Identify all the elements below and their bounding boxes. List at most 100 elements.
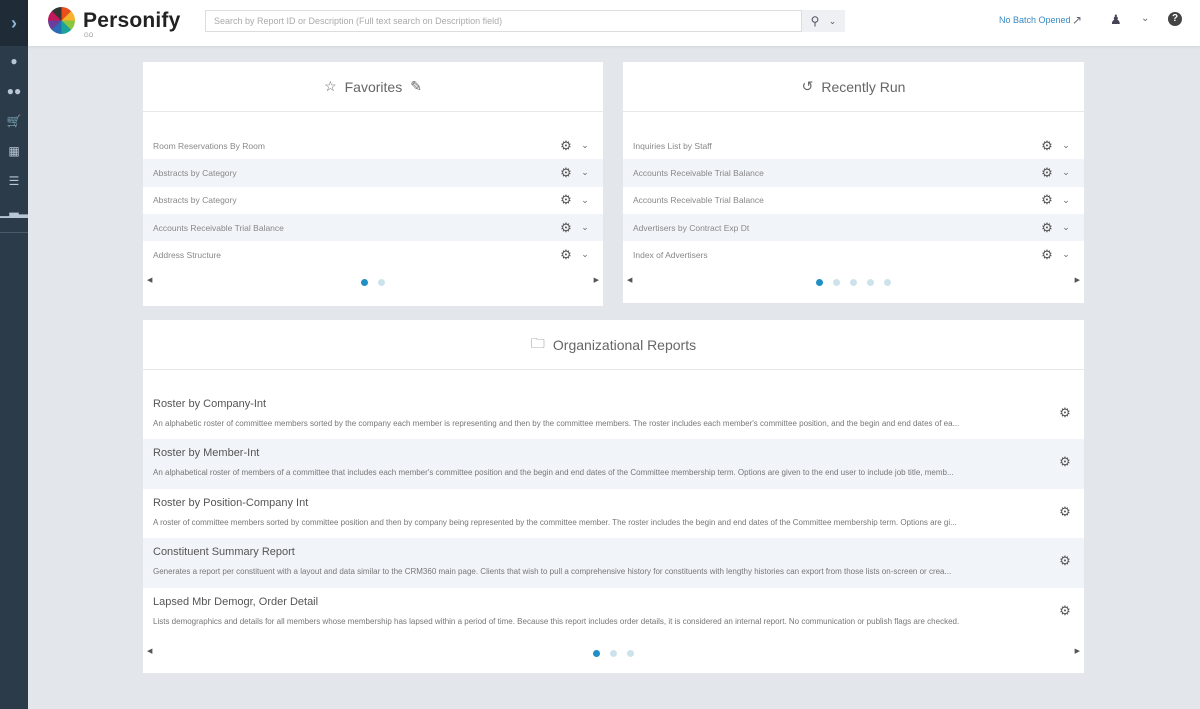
report-row[interactable]: Inquiries List by Staff ⚙ ⌄ (623, 132, 1084, 159)
gear-icon[interactable]: ⚙ (555, 220, 577, 236)
page-dot[interactable] (816, 279, 823, 287)
page-dot[interactable] (833, 279, 840, 287)
gear-icon[interactable]: ⚙ (1054, 553, 1076, 569)
gear-icon[interactable]: ⚙ (1054, 504, 1076, 520)
chevron-down-icon[interactable]: ⌄ (1058, 195, 1074, 206)
header: Personify GO Search by Report ID or Desc… (28, 0, 1200, 46)
report-row[interactable]: Accounts Receivable Trial Balance ⚙ ⌄ (143, 213, 603, 242)
gear-icon[interactable]: ⚙ (1036, 220, 1058, 236)
gear-icon[interactable]: ⚙ (1036, 138, 1058, 154)
chevron-down-icon[interactable]: ⌄ (577, 167, 593, 178)
gear-icon[interactable]: ⚙ (555, 138, 577, 154)
chevron-down-icon[interactable]: ⌄ (577, 249, 593, 260)
report-row[interactable]: Abstracts by Category ⚙ ⌄ (143, 187, 603, 214)
org-report-row[interactable]: Lapsed Mbr Demogr, Order Detail Lists dem… (143, 588, 1084, 637)
report-row[interactable]: Accounts Receivable Trial Balance ⚙ ⌄ (623, 159, 1084, 187)
calendar-icon[interactable]: ▦ (0, 136, 28, 166)
logo-wheel-icon (48, 7, 75, 34)
chevron-down-icon[interactable]: ⌄ (577, 140, 593, 151)
page-dot[interactable] (378, 279, 385, 287)
recently-run-panel: ↺ Recently Run Inquiries List by Staff ⚙ ⌄ A… (623, 62, 1084, 303)
page-dot[interactable] (867, 279, 874, 287)
page-dot[interactable] (361, 279, 368, 287)
page-dot[interactable] (610, 649, 617, 657)
gear-icon[interactable]: ⚙ (1054, 405, 1076, 421)
batch-link[interactable]: No Batch Opened (999, 15, 1071, 25)
brand-name: Personify (83, 8, 181, 32)
gear-icon[interactable]: ⚙ (555, 247, 577, 263)
chevron-down-icon[interactable]: ⌄ (1058, 140, 1074, 151)
folder-icon: 🗀 (530, 334, 545, 351)
report-title[interactable]: Lapsed Mbr Demogr, Order Detail (153, 596, 1074, 608)
search-icon[interactable]: ⚲ (811, 14, 820, 28)
gear-icon[interactable]: ⚙ (555, 192, 577, 208)
report-name[interactable]: Address Structure (153, 250, 555, 260)
org-report-row[interactable]: Roster by Position-Company Int A roster o… (143, 489, 1084, 538)
report-row[interactable]: Accounts Receivable Trial Balance ⚙ ⌄ (623, 187, 1084, 214)
org-report-row[interactable]: Constituent Summary Report Generates a re… (143, 538, 1084, 588)
page-dot[interactable] (850, 279, 857, 287)
list-icon[interactable]: ☰ (0, 166, 28, 196)
help-icon[interactable]: ? (1168, 12, 1182, 26)
report-title[interactable]: Roster by Company-Int (153, 398, 1074, 410)
cart-icon[interactable]: 🛒 (0, 106, 28, 136)
user-menu-chevron-icon[interactable]: ⌄ (1141, 13, 1149, 24)
report-name[interactable]: Index of Advertisers (633, 250, 1036, 260)
star-icon: ☆ (324, 78, 337, 94)
report-name[interactable]: Abstracts by Category (153, 168, 555, 178)
report-name[interactable]: Accounts Receivable Trial Balance (633, 168, 1036, 178)
favorites-panel: ☆ Favorites ✎ Room Reservations By Room ⚙ ⌄ A… (143, 62, 603, 306)
chevron-down-icon[interactable]: ⌄ (1058, 222, 1074, 233)
report-description: An alphabetic roster of committee member… (153, 419, 960, 428)
chevron-down-icon[interactable]: ⌄ (1058, 167, 1074, 178)
search-button[interactable]: ⚲ ⌄ (802, 10, 845, 32)
page-dot[interactable] (884, 279, 891, 287)
report-description: Generates a report per constituent with … (153, 567, 952, 577)
edit-pencil-icon[interactable]: ✎ (410, 78, 422, 95)
logo[interactable]: Personify GO (48, 7, 181, 39)
org-report-row[interactable]: Roster by Company-Int An alphabetic roste… (143, 390, 1084, 439)
bar-chart-icon[interactable]: ▁▃▂ (0, 196, 28, 226)
report-row[interactable]: Abstracts by Category ⚙ ⌄ (143, 159, 603, 187)
report-row[interactable]: Advertisers by Contract Exp Dt ⚙ ⌄ (623, 213, 1084, 242)
report-name[interactable]: Room Reservations By Room (153, 141, 555, 151)
report-title[interactable]: Roster by Position-Company Int (153, 497, 1074, 509)
search-input[interactable]: Search by Report ID or Description (Full… (205, 10, 802, 32)
chevron-down-icon[interactable]: ⌄ (577, 195, 593, 206)
brand-sub: GO (84, 33, 94, 39)
org-reports-title: Organizational Reports (552, 336, 697, 353)
next-page-button[interactable]: ▶ (1075, 276, 1080, 284)
page-dot[interactable] (627, 649, 634, 657)
sidebar: › ● ●● 🛒 ▦ ☰ ▁▃▂ (0, 0, 28, 709)
next-page-button[interactable]: ▶ (594, 276, 599, 284)
report-row[interactable]: Index of Advertisers ⚙ ⌄ (623, 241, 1084, 268)
person-icon[interactable]: ● (0, 46, 28, 76)
gear-icon[interactable]: ⚙ (1054, 454, 1076, 470)
report-description: Lists demographics and details for all m… (153, 616, 960, 626)
report-row[interactable]: Room Reservations By Room ⚙ ⌄ (143, 132, 603, 159)
people-icon[interactable]: ●● (0, 76, 28, 106)
divider (0, 232, 28, 233)
report-name[interactable]: Advertisers by Contract Exp Dt (633, 223, 1036, 233)
page-dot[interactable] (593, 649, 600, 657)
expand-sidebar-button[interactable]: › (0, 0, 28, 46)
report-name[interactable]: Accounts Receivable Trial Balance (633, 195, 1036, 205)
report-title[interactable]: Constituent Summary Report (153, 546, 1074, 558)
report-name[interactable]: Abstracts by Category (153, 195, 555, 205)
external-link-icon[interactable]: ↗ (1072, 13, 1082, 27)
next-page-button[interactable]: ▶ (1075, 647, 1080, 655)
user-icon[interactable]: ♟ (1110, 12, 1122, 28)
gear-icon[interactable]: ⚙ (555, 165, 577, 181)
report-name[interactable]: Inquiries List by Staff (633, 141, 1036, 151)
org-report-row[interactable]: Roster by Member-Int An alphabetical rost… (143, 439, 1084, 489)
report-row[interactable]: Address Structure ⚙ ⌄ (143, 241, 603, 268)
chevron-down-icon[interactable]: ⌄ (577, 222, 593, 233)
report-name[interactable]: Accounts Receivable Trial Balance (153, 223, 555, 233)
chevron-down-icon[interactable]: ⌄ (829, 16, 837, 27)
gear-icon[interactable]: ⚙ (1036, 192, 1058, 208)
gear-icon[interactable]: ⚙ (1054, 603, 1076, 619)
report-title[interactable]: Roster by Member-Int (153, 447, 1074, 459)
chevron-down-icon[interactable]: ⌄ (1058, 249, 1074, 260)
gear-icon[interactable]: ⚙ (1036, 165, 1058, 181)
gear-icon[interactable]: ⚙ (1036, 247, 1058, 263)
